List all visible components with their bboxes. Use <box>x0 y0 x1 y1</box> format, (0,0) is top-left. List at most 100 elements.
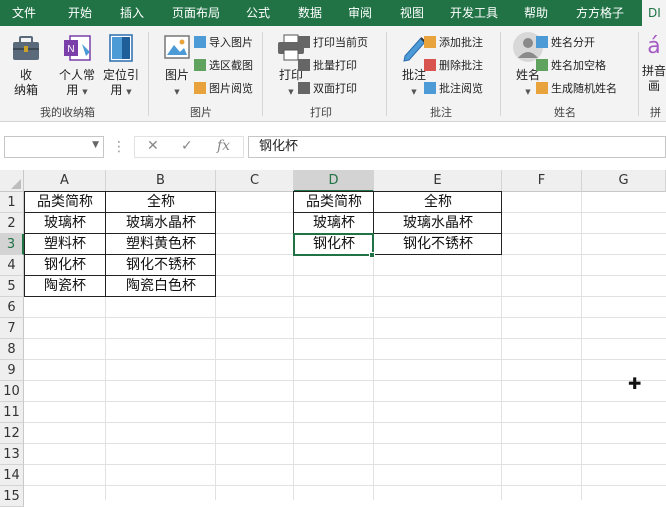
row-header-8[interactable]: 8 <box>0 339 24 360</box>
cell-a2[interactable]: 玻璃杯 <box>24 213 106 234</box>
formula-input[interactable]: 钢化杯 <box>248 136 666 158</box>
pinyin-button[interactable]: á 拼音 画 <box>642 30 666 94</box>
locate-reference-button[interactable]: 定位引 用 ▼ <box>100 30 142 100</box>
chevron-down-icon: ▼ <box>174 88 180 96</box>
column-header-e[interactable]: E <box>374 170 502 192</box>
import-icon <box>194 36 206 48</box>
cell-e2[interactable]: 玻璃水晶杯 <box>374 213 502 234</box>
tab-data[interactable]: 数据 <box>298 0 322 26</box>
picture-browse-button[interactable]: 图片阅览 <box>194 80 253 98</box>
tab-developer[interactable]: 开发工具 <box>450 0 498 26</box>
row-header-10[interactable]: 10 <box>0 381 24 402</box>
cell-b3[interactable]: 塑料黄色杯 <box>106 234 216 255</box>
row-header-6[interactable]: 6 <box>0 297 24 318</box>
tab-formulas[interactable]: 公式 <box>246 0 270 26</box>
region-screenshot-button[interactable]: 选区截图 <box>194 57 253 75</box>
column-header-d[interactable]: D <box>294 170 374 192</box>
tab-insert[interactable]: 插入 <box>120 0 144 26</box>
screenshot-icon <box>194 59 206 71</box>
print-current-page-button[interactable]: 打印当前页 <box>298 34 368 52</box>
cell-b5[interactable]: 陶瓷白色杯 <box>106 276 216 297</box>
cell-cursor-icon: ✚ <box>628 374 642 393</box>
cell-a4[interactable]: 钢化杯 <box>24 255 106 276</box>
group-label-images: 图片 <box>190 106 212 119</box>
split-name-button[interactable]: 姓名分开 <box>536 34 595 52</box>
row-header-13[interactable]: 13 <box>0 444 24 465</box>
row-header-4[interactable]: 4 <box>0 255 24 276</box>
tab-page-layout[interactable]: 页面布局 <box>172 0 220 26</box>
group-label-storage: 我的收纳箱 <box>40 106 95 119</box>
column-header-c[interactable]: C <box>216 170 294 192</box>
batch-print-button[interactable]: 批量打印 <box>298 57 357 75</box>
select-all-corner[interactable] <box>0 170 24 192</box>
cell-a3[interactable]: 塑料杯 <box>24 234 106 255</box>
row-header-12[interactable]: 12 <box>0 423 24 444</box>
split-icon <box>536 36 548 48</box>
tab-review[interactable]: 审阅 <box>348 0 372 26</box>
column-header-g[interactable]: G <box>582 170 666 192</box>
cell-a1[interactable]: 品类简称 <box>24 192 106 213</box>
row-header-11[interactable]: 11 <box>0 402 24 423</box>
column-header-a[interactable]: A <box>24 170 106 192</box>
tab-home[interactable]: 开始 <box>68 0 92 26</box>
row-header-5[interactable]: 5 <box>0 276 24 297</box>
printer-small-icon <box>298 36 310 48</box>
row-header-3[interactable]: 3 <box>0 234 24 255</box>
delete-comment-button[interactable]: 删除批注 <box>424 57 483 75</box>
fill-handle[interactable] <box>369 252 375 258</box>
storage-box-button[interactable]: 收 纳箱 <box>6 30 46 98</box>
onenote-icon: N <box>64 35 91 61</box>
group-label-pinyin: 拼 <box>650 106 661 119</box>
group-label-print: 打印 <box>310 106 332 119</box>
formula-icons: ✕ ✓ fx <box>134 136 244 158</box>
tab-file[interactable]: 文件 <box>12 0 36 26</box>
tab-fangfang[interactable]: 方方格子 <box>576 0 624 26</box>
import-picture-button[interactable]: 导入图片 <box>194 34 253 52</box>
picture-button[interactable]: 图片 ▼ <box>160 30 194 100</box>
row-header-2[interactable]: 2 <box>0 213 24 234</box>
ribbon-tab-bar: 文件 开始 插入 页面布局 公式 数据 审阅 视图 开发工具 帮助 方方格子 D… <box>0 0 666 26</box>
cell-e1[interactable]: 全称 <box>374 192 502 213</box>
cell-d1[interactable]: 品类简称 <box>294 192 374 213</box>
cell-b4[interactable]: 钢化不锈杯 <box>106 255 216 276</box>
enter-icon[interactable]: ✓ <box>181 138 193 154</box>
spreadsheet-grid: A B C D E F G 1 2 3 4 5 6 7 8 9 10 11 12… <box>0 170 666 507</box>
row-header-1[interactable]: 1 <box>0 192 24 213</box>
chevron-down-icon: ▼ <box>525 88 531 96</box>
column-header-f[interactable]: F <box>502 170 582 192</box>
row-header-15[interactable]: 15 <box>0 486 24 507</box>
tab-di[interactable]: DI <box>642 0 666 26</box>
personal-common-button[interactable]: N 个人常 用 ▼ <box>56 30 98 100</box>
random-name-button[interactable]: 生成随机姓名 <box>536 80 617 98</box>
locate-icon <box>109 34 133 62</box>
resize-handle[interactable]: ⋮ <box>110 136 128 158</box>
cell-b2[interactable]: 玻璃水晶杯 <box>106 213 216 234</box>
chevron-down-icon: ▼ <box>411 88 417 96</box>
name-add-space-button[interactable]: 姓名加空格 <box>536 57 606 75</box>
cell-d2[interactable]: 玻璃杯 <box>294 213 374 234</box>
row-header-9[interactable]: 9 <box>0 360 24 381</box>
duplex-print-button[interactable]: 双面打印 <box>298 80 357 98</box>
cell-e3[interactable]: 钢化不锈杯 <box>374 234 502 255</box>
toolbox-icon <box>13 36 39 60</box>
row-header-7[interactable]: 7 <box>0 318 24 339</box>
insert-function-icon[interactable]: fx <box>217 138 230 154</box>
gallery-icon <box>194 82 206 94</box>
chevron-down-icon[interactable]: ▼ <box>92 140 99 150</box>
comment-add-icon <box>424 36 436 48</box>
ribbon-panel: 收 纳箱 N 个人常 用 ▼ 定位引 用 ▼ 我的收纳箱 图片 ▼ 导入图片 选… <box>0 26 666 122</box>
cell-a5[interactable]: 陶瓷杯 <box>24 276 106 297</box>
row-header-14[interactable]: 14 <box>0 465 24 486</box>
chevron-down-icon: ▼ <box>126 88 132 96</box>
name-box[interactable]: ▼ <box>4 136 104 158</box>
tab-view[interactable]: 视图 <box>400 0 424 26</box>
printer-small-icon <box>298 82 310 94</box>
cancel-icon[interactable]: ✕ <box>147 138 159 154</box>
column-header-b[interactable]: B <box>106 170 216 192</box>
pinyin-icon: á <box>647 34 661 59</box>
tab-help[interactable]: 帮助 <box>524 0 548 26</box>
cell-b1[interactable]: 全称 <box>106 192 216 213</box>
add-comment-button[interactable]: 添加批注 <box>424 34 483 52</box>
browse-comments-button[interactable]: 批注阅览 <box>424 80 483 98</box>
svg-text:N: N <box>67 44 74 55</box>
